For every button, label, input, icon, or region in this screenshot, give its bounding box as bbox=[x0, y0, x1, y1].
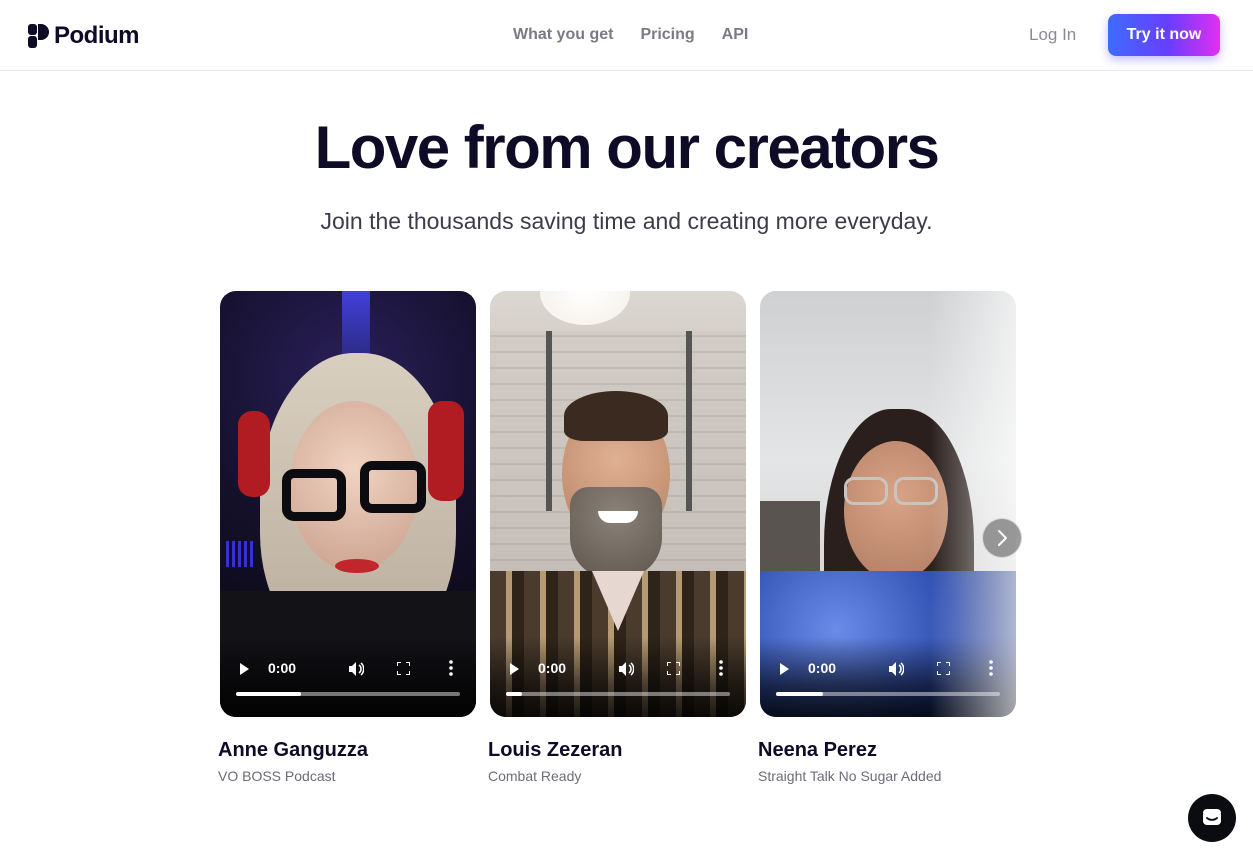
lips bbox=[335, 559, 379, 573]
face bbox=[844, 441, 948, 581]
backlight bbox=[342, 291, 370, 361]
headphone-left bbox=[238, 411, 270, 497]
testimonial-card-anne: 0:00 Anne Ganguzza VO BOSS Podcast bbox=[218, 291, 476, 784]
creator-name: Anne Ganguzza bbox=[218, 739, 369, 761]
fullscreen-icon[interactable] bbox=[667, 662, 680, 675]
creator-show: Combat Ready bbox=[488, 768, 582, 784]
podium-logo-icon bbox=[28, 24, 49, 48]
page-title: Love from our creators bbox=[314, 114, 940, 181]
progress-fill bbox=[236, 692, 301, 696]
fullscreen-icon[interactable] bbox=[397, 662, 410, 675]
nav-api[interactable]: API bbox=[722, 26, 749, 44]
smile bbox=[598, 511, 638, 523]
volume-icon[interactable] bbox=[348, 661, 364, 677]
glasses-left bbox=[844, 477, 888, 505]
video-progress[interactable] bbox=[236, 692, 460, 696]
glasses-right bbox=[360, 461, 426, 513]
more-vertical-icon[interactable] bbox=[719, 660, 723, 676]
testimonial-card-louis: 0:00 Louis Zezeran Combat Ready bbox=[488, 291, 746, 784]
volume-icon[interactable] bbox=[888, 661, 904, 677]
hair bbox=[564, 391, 668, 441]
testimonial-video[interactable]: 0:00 bbox=[220, 291, 476, 717]
page-subtitle: Join the thousands saving time and creat… bbox=[320, 208, 933, 234]
nav-pricing[interactable]: Pricing bbox=[640, 26, 694, 44]
play-icon[interactable] bbox=[240, 663, 249, 675]
play-icon[interactable] bbox=[780, 663, 789, 675]
logo-text: Podium bbox=[54, 22, 140, 49]
creator-show: Straight Talk No Sugar Added bbox=[758, 768, 942, 784]
video-time: 0:00 bbox=[268, 660, 297, 676]
rack-post bbox=[686, 331, 692, 511]
carousel-next-button[interactable] bbox=[982, 518, 1022, 558]
video-progress[interactable] bbox=[506, 692, 730, 696]
chevron-right-icon bbox=[998, 530, 1007, 546]
beard bbox=[570, 487, 662, 579]
progress-fill bbox=[506, 692, 522, 696]
video-time: 0:00 bbox=[538, 660, 567, 676]
progress-fill bbox=[776, 692, 824, 696]
more-vertical-icon[interactable] bbox=[989, 660, 993, 676]
nav-what-you-get[interactable]: What you get bbox=[513, 26, 613, 44]
site-header: Podium What you get Pricing API Log In T… bbox=[0, 0, 1253, 71]
creator-show: VO BOSS Podcast bbox=[218, 768, 336, 784]
try-it-now-button[interactable]: Try it now bbox=[1108, 14, 1220, 56]
login-link[interactable]: Log In bbox=[1029, 25, 1076, 45]
fullscreen-icon[interactable] bbox=[937, 662, 950, 675]
volume-icon[interactable] bbox=[618, 661, 634, 677]
glasses-left bbox=[282, 469, 346, 521]
podium-logo[interactable]: Podium bbox=[28, 22, 140, 50]
testimonial-video[interactable]: 0:00 bbox=[760, 291, 1016, 717]
rack-post bbox=[546, 331, 552, 511]
video-controls bbox=[490, 637, 746, 717]
creator-name: Neena Perez bbox=[758, 739, 877, 761]
video-controls bbox=[220, 637, 476, 717]
more-vertical-icon[interactable] bbox=[449, 660, 453, 676]
chat-bubble-icon bbox=[1203, 809, 1221, 825]
video-controls bbox=[760, 637, 1016, 717]
headphone-right bbox=[428, 401, 464, 501]
equalizer-light bbox=[226, 541, 256, 567]
glasses-right bbox=[894, 477, 938, 505]
play-icon[interactable] bbox=[510, 663, 519, 675]
creator-name: Louis Zezeran bbox=[488, 739, 623, 761]
video-time: 0:00 bbox=[808, 660, 837, 676]
video-progress[interactable] bbox=[776, 692, 1000, 696]
testimonial-video[interactable]: 0:00 bbox=[490, 291, 746, 717]
testimonial-card-neena: 0:00 Neena Perez Straight Talk No Sugar … bbox=[758, 291, 1016, 784]
main-nav: What you get Pricing API bbox=[513, 26, 748, 44]
chat-launcher-button[interactable] bbox=[1188, 794, 1236, 842]
